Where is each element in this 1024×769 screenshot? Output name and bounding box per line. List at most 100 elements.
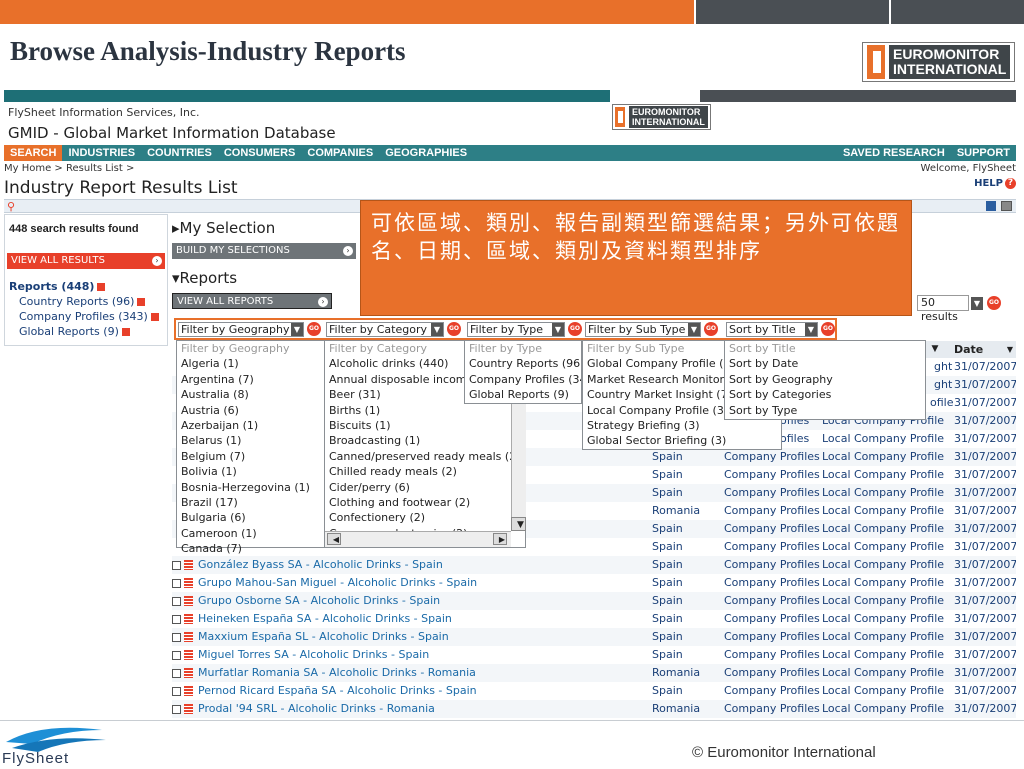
filter-geography-select[interactable]: Filter by Geography ▼ — [178, 322, 304, 337]
sort-select[interactable]: Sort by Title ▼ — [726, 322, 818, 337]
table-row[interactable]: González Byass SA - Alcoholic Drinks - S… — [172, 556, 1016, 574]
dropdown-option[interactable]: Company Profiles (343) — [465, 372, 581, 387]
dropdown-option[interactable]: Belgium (7) — [177, 449, 325, 464]
go-button[interactable]: GO — [987, 296, 1001, 310]
scroll-right-icon[interactable]: ▶ — [493, 533, 507, 545]
nav-search[interactable]: SEARCH — [4, 145, 63, 161]
go-button-subtype[interactable]: GO — [704, 322, 718, 336]
dropdown-option[interactable]: Canada (7) — [177, 541, 325, 556]
print-icon[interactable] — [1001, 201, 1012, 211]
dropdown-option[interactable]: Brazil (17) — [177, 495, 325, 510]
my-selection-heading[interactable]: ▸My Selection — [172, 219, 275, 237]
row-checkbox[interactable] — [172, 614, 181, 624]
report-type-item[interactable]: Global Reports (9) — [9, 324, 159, 339]
nav-industries[interactable]: INDUSTRIES — [62, 147, 141, 159]
dropdown-option[interactable]: Bulgaria (6) — [177, 510, 325, 525]
scroll-down-icon[interactable]: ▼ — [511, 517, 526, 531]
dropdown-option[interactable]: Strategy Briefing (3) — [583, 418, 781, 433]
dropdown-option[interactable]: Cider/perry (6) — [325, 480, 525, 495]
dropdown-option[interactable]: Filter by Geography — [177, 341, 325, 356]
go-button-sort[interactable]: GO — [821, 322, 835, 336]
dropdown-option[interactable]: Global Reports (9) — [465, 387, 581, 402]
dropdown-option[interactable]: Clothing and footwear (2) — [325, 495, 525, 510]
table-row[interactable]: Murfatlar Romania SA - Alcoholic Drinks … — [172, 664, 1016, 682]
dropdown-option[interactable]: Australia (8) — [177, 387, 325, 402]
dropdown-option[interactable]: Sort by Categories — [725, 387, 925, 402]
go-button-type[interactable]: GO — [568, 322, 582, 336]
view-all-results-button[interactable]: VIEW ALL RESULTS › — [7, 253, 165, 269]
date-column-header[interactable]: Date ▼ — [948, 341, 1016, 358]
cell-title[interactable]: Prodal '94 SRL - Alcoholic Drinks - Roma… — [198, 702, 435, 715]
rss-icon[interactable] — [150, 313, 159, 321]
table-row[interactable]: Maxxium España SL - Alcoholic Drinks - S… — [172, 628, 1016, 646]
nav-geographies[interactable]: GEOGRAPHIES — [379, 147, 473, 159]
filter-subtype-select[interactable]: Filter by Sub Type ▼ — [585, 322, 701, 337]
dropdown-option[interactable]: Biscuits (1) — [325, 418, 525, 433]
row-checkbox[interactable] — [172, 560, 181, 570]
build-selections-button[interactable]: BUILD MY SELECTIONS › — [172, 243, 356, 259]
per-page-select[interactable]: 50 results — [917, 295, 969, 323]
cell-title[interactable]: Heineken España SA - Alcoholic Drinks - … — [198, 612, 452, 625]
row-checkbox[interactable] — [172, 596, 181, 606]
cell-title[interactable]: González Byass SA - Alcoholic Drinks - S… — [198, 558, 443, 571]
cell-title[interactable]: Grupo Mahou-San Miguel - Alcoholic Drink… — [198, 576, 477, 589]
row-checkbox[interactable] — [172, 650, 181, 660]
scroll-left-icon[interactable]: ◀ — [327, 533, 341, 545]
dropdown-option[interactable]: Azerbaijan (1) — [177, 418, 325, 433]
report-type-item[interactable]: Company Profiles (343) — [9, 309, 159, 324]
cell-title[interactable]: Grupo Osborne SA - Alcoholic Drinks - Sp… — [198, 594, 440, 607]
table-row[interactable]: Prodal '94 SRL - Alcoholic Drinks - Roma… — [172, 700, 1016, 718]
dropdown-option[interactable]: Births (1) — [325, 403, 525, 418]
dropdown-option[interactable]: Belarus (1) — [177, 433, 325, 448]
rss-icon[interactable] — [97, 283, 106, 291]
dropdown-option[interactable]: Bolivia (1) — [177, 464, 325, 479]
dropdown-option[interactable]: Canned/preserved ready meals (2 — [325, 449, 525, 464]
row-checkbox[interactable] — [172, 704, 181, 714]
dropdown-option[interactable]: Filter by Type — [465, 341, 581, 356]
rss-icon[interactable] — [121, 328, 130, 336]
dropdown-option[interactable]: Confectionery (2) — [325, 510, 525, 525]
chevron-down-icon[interactable]: ▼ — [971, 296, 983, 310]
dropdown-option[interactable]: Austria (6) — [177, 403, 325, 418]
cell-title[interactable]: Maxxium España SL - Alcoholic Drinks - S… — [198, 630, 449, 643]
nav-saved-research[interactable]: SAVED RESEARCH — [837, 147, 951, 159]
dropdown-option[interactable]: Algeria (1) — [177, 356, 325, 371]
cell-title[interactable]: Pernod Ricard España SA - Alcoholic Drin… — [198, 684, 477, 697]
save-icon[interactable] — [986, 201, 996, 211]
dropdown-h-scrollbar[interactable] — [325, 531, 511, 547]
report-type-item[interactable]: Country Reports (96) — [9, 294, 159, 309]
filter-category-select[interactable]: Filter by Category ▼ — [326, 322, 444, 337]
dropdown-option[interactable]: Sort by Type — [725, 403, 925, 418]
nav-support[interactable]: SUPPORT — [951, 147, 1016, 159]
search-icon[interactable]: ⚲ — [7, 200, 15, 213]
dropdown-option[interactable]: Argentina (7) — [177, 372, 325, 387]
view-all-reports-button[interactable]: VIEW ALL REPORTS › — [172, 293, 332, 309]
dropdown-option[interactable]: Sort by Title — [725, 341, 925, 356]
dropdown-option[interactable]: Country Reports (96) — [465, 356, 581, 371]
row-checkbox[interactable] — [172, 578, 181, 588]
dropdown-option[interactable]: Cameroon (1) — [177, 526, 325, 541]
dropdown-option[interactable]: Chilled ready meals (2) — [325, 464, 525, 479]
table-row[interactable]: Grupo Mahou-San Miguel - Alcoholic Drink… — [172, 574, 1016, 592]
breadcrumb[interactable]: My Home > Results List > — [4, 163, 134, 174]
cell-title[interactable]: Murfatlar Romania SA - Alcoholic Drinks … — [198, 666, 476, 679]
nav-consumers[interactable]: CONSUMERS — [218, 147, 302, 159]
table-row[interactable]: Pernod Ricard España SA - Alcoholic Drin… — [172, 682, 1016, 700]
dropdown-option[interactable]: Sort by Geography — [725, 372, 925, 387]
go-button-geography[interactable]: GO — [307, 322, 321, 336]
filter-type-select[interactable]: Filter by Type ▼ — [467, 322, 565, 337]
cell-title[interactable]: Miguel Torres SA - Alcoholic Drinks - Sp… — [198, 648, 429, 661]
dropdown-option[interactable]: Broadcasting (1) — [325, 433, 525, 448]
table-row[interactable]: Miguel Torres SA - Alcoholic Drinks - Sp… — [172, 646, 1016, 664]
dropdown-option[interactable]: Sort by Date — [725, 356, 925, 371]
reports-head[interactable]: Reports (448) — [9, 279, 159, 294]
row-checkbox[interactable] — [172, 632, 181, 642]
dropdown-option[interactable]: Bosnia-Herzegovina (1) — [177, 480, 325, 495]
row-checkbox[interactable] — [172, 668, 181, 678]
reports-heading[interactable]: ▾Reports — [172, 269, 237, 287]
rss-icon[interactable] — [137, 298, 146, 306]
go-button-category[interactable]: GO — [447, 322, 461, 336]
nav-countries[interactable]: COUNTRIES — [141, 147, 218, 159]
table-row[interactable]: Grupo Osborne SA - Alcoholic Drinks - Sp… — [172, 592, 1016, 610]
help-link[interactable]: HELP? — [974, 178, 1016, 189]
